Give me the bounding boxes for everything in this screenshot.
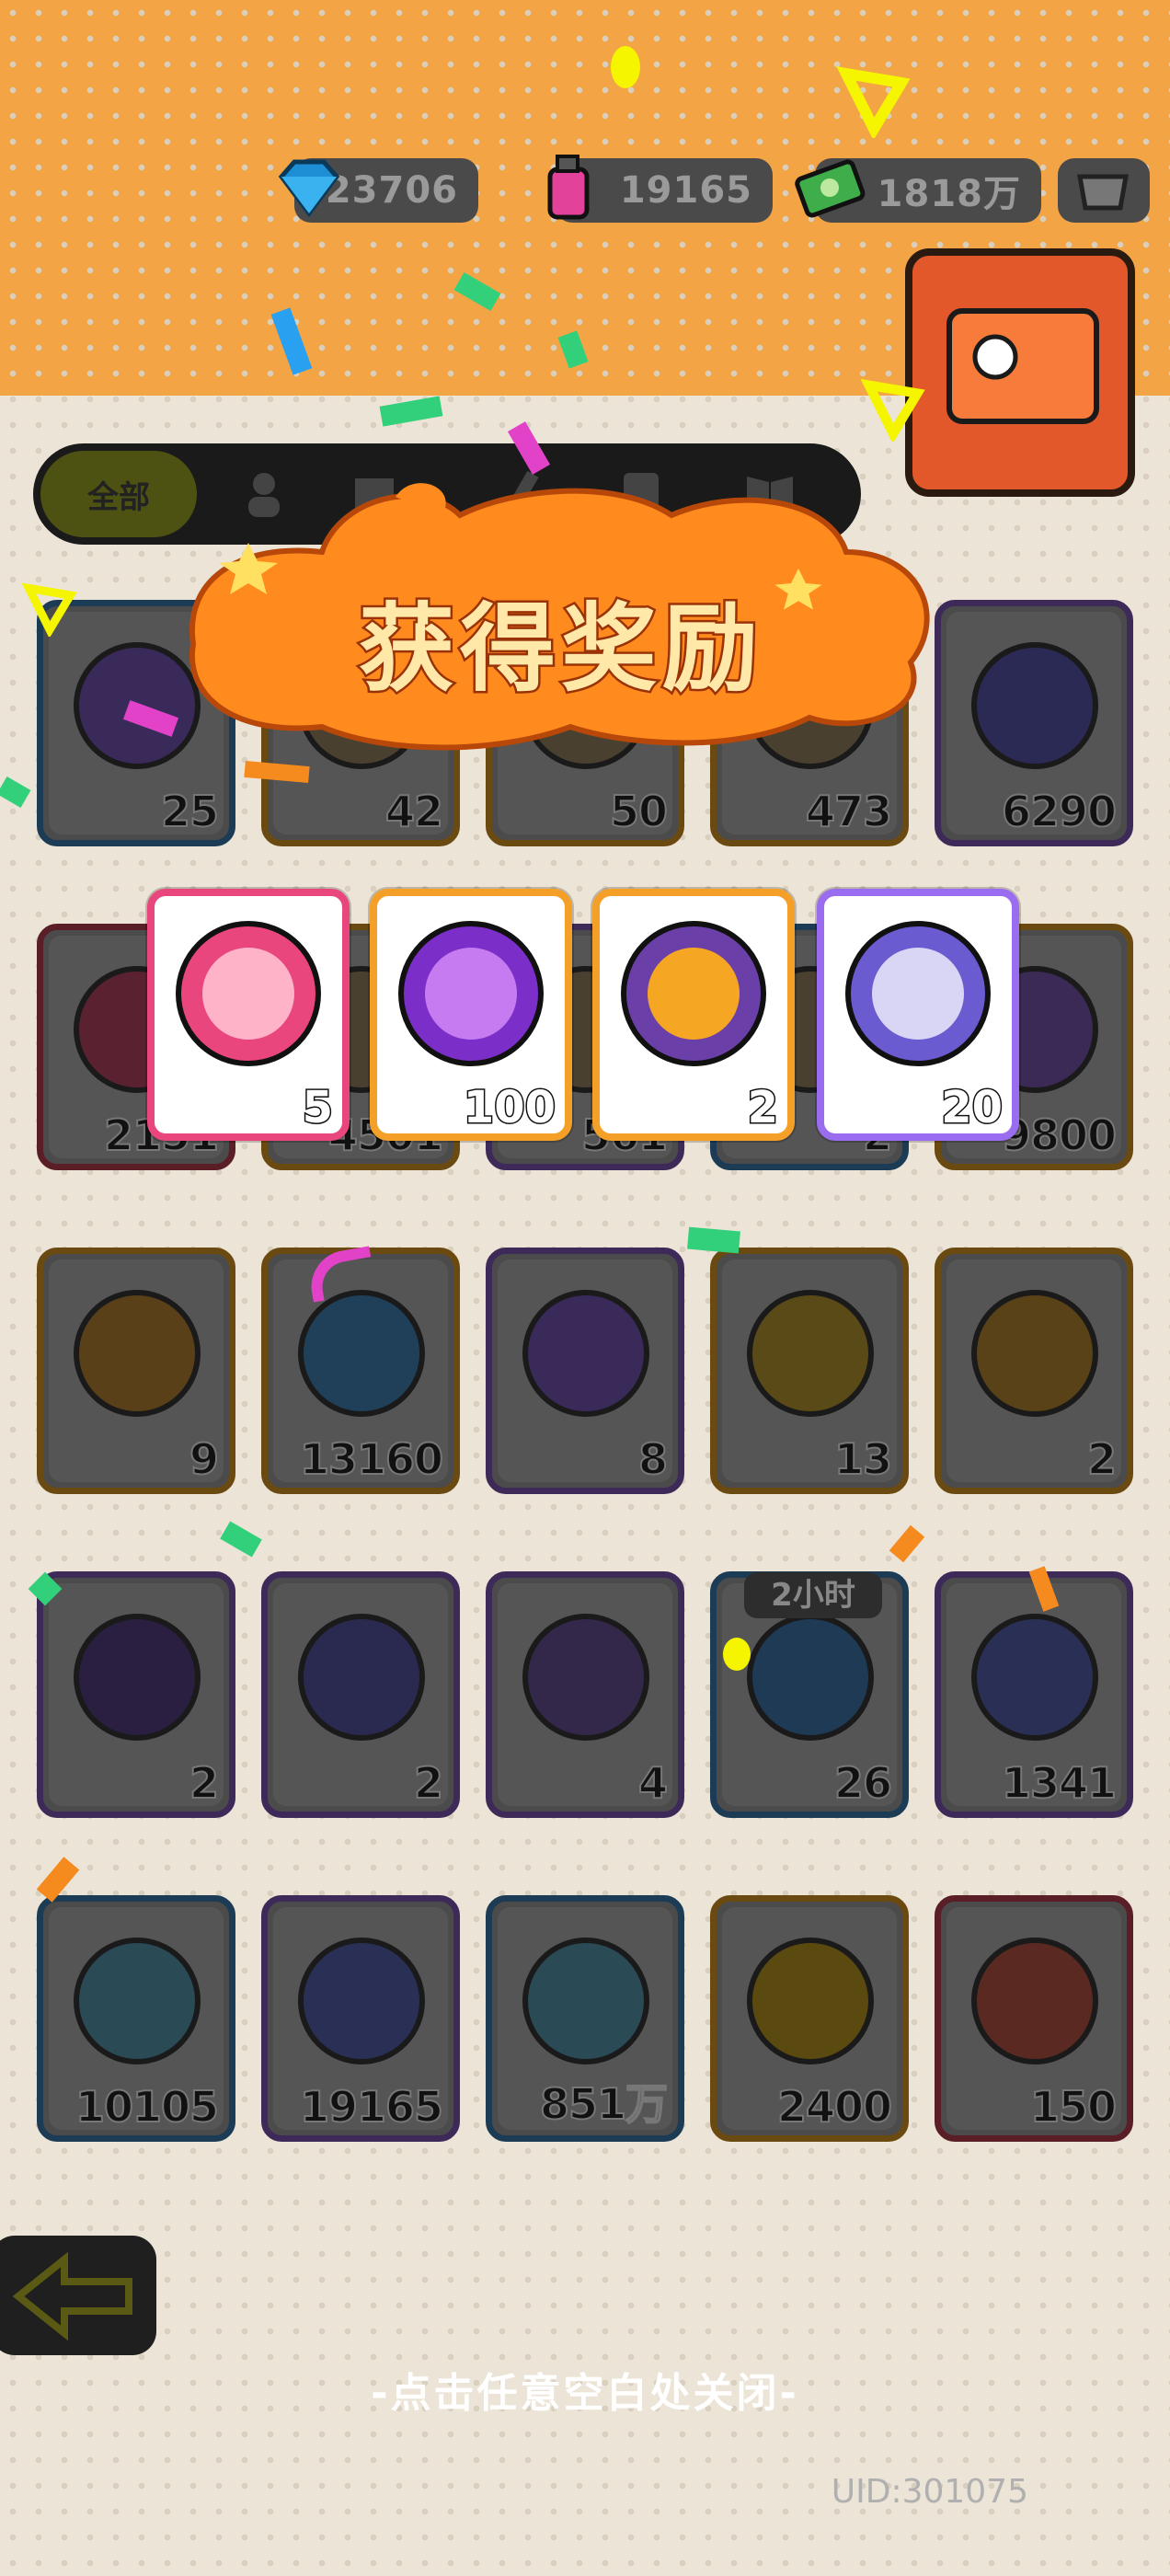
currency-value: 1818万 [877,173,1021,215]
item-count: 2 [413,1757,444,1809]
inventory-item[interactable]: 851万 [486,1895,684,2142]
item-count: 10105 [75,2081,220,2133]
cash-icon [795,159,866,218]
ticket-fish-icon [298,1290,425,1417]
item-count: 8 [637,1433,669,1485]
currency-spray[interactable]: 19165 [547,155,773,223]
mystery-egg-icon [522,1290,649,1417]
squid-coin-icon [522,1614,649,1741]
timer-badge: 2小时 [744,1572,882,1618]
inventory-item[interactable]: 6290 [935,600,1133,846]
reward-count: 5 [301,1081,334,1135]
back-button[interactable] [0,2236,156,2355]
item-count: 1341 [1001,1757,1118,1809]
paint-tube-icon [522,1938,649,2064]
cart-icon [1077,174,1129,211]
gold-star-icon [747,1938,874,2064]
confetti [837,66,911,138]
item-count: 42 [384,786,444,837]
item-count: 4 [637,1757,669,1809]
shop-button[interactable] [1058,158,1150,223]
reward-title: 获得奖励 [356,591,763,707]
item-count: 150 [1029,2081,1118,2133]
item-count: 6290 [1001,786,1118,837]
item-count: 2 [189,1757,220,1809]
pink-can-icon [176,921,321,1066]
back-arrow-icon [12,2251,132,2341]
item-count: 473 [805,786,893,837]
grape-coin-icon [621,921,766,1066]
fish-coin-icon [298,1614,425,1741]
spray-can-icon [298,1938,425,2064]
bat-coin-icon [74,1614,201,1741]
item-count: 851万 [539,2078,669,2130]
inventory-item[interactable]: 2400 [710,1895,909,2142]
inventory-item[interactable]: 19165 [261,1895,460,2142]
inventory-item[interactable]: 1341 [935,1571,1133,1818]
currency-value: 19165 [619,169,752,212]
paint-tube-icon [74,1938,201,2064]
world-map-button[interactable] [905,248,1135,497]
reward-count: 100 [462,1081,556,1135]
dark-star-icon [971,642,1098,769]
user-id: UID:301075 [831,2473,1028,2511]
alarm-clock-icon [747,1614,874,1741]
inventory-item[interactable]: 2 [37,1571,235,1818]
currency-diamond[interactable]: 23706 [278,158,478,223]
tab-all-label: 全部 [87,478,150,516]
tab-all[interactable]: 全部 [40,451,197,537]
map-icon [946,308,1099,424]
cool-badge-icon [398,921,544,1066]
reward-card[interactable]: 20 [817,889,1019,1141]
reward-card[interactable]: 100 [370,889,572,1141]
item-count: 19165 [299,2081,444,2133]
diamond-icon [278,159,340,218]
item-count: 13160 [299,1433,444,1485]
confetti [861,378,925,442]
inventory-item[interactable]: 10105 [37,1895,235,2142]
grape-coin-icon [971,1290,1098,1417]
item-count: 13 [833,1433,893,1485]
item-count: 25 [160,786,220,837]
confetti [723,1638,751,1671]
spray-can-icon [971,1614,1098,1741]
inventory-item[interactable]: 2小时 26 [710,1571,909,1818]
inventory-item[interactable]: 9 [37,1248,235,1494]
star-coin-icon [74,1290,201,1417]
confetti [687,1226,740,1254]
inventory-item[interactable]: 4 [486,1571,684,1818]
confetti [611,46,640,88]
reward-card[interactable]: 2 [592,889,795,1141]
inventory-item[interactable]: 8 [486,1248,684,1494]
close-hint[interactable]: -点击任意空白处关闭- [0,2360,1170,2419]
inventory-item[interactable]: 2 [261,1571,460,1818]
reward-count: 20 [940,1081,1004,1135]
confetti [22,582,77,637]
item-count: 2400 [776,2081,893,2133]
item-count: 2 [1086,1433,1118,1485]
item-count: 9 [189,1433,220,1485]
inventory-item[interactable]: 150 [935,1895,1133,2142]
inventory-item[interactable]: 13 [710,1248,909,1494]
red-star-icon [971,1938,1098,2064]
mystery-ticket-icon [747,1290,874,1417]
inventory-item[interactable]: 2 [935,1248,1133,1494]
reward-card[interactable]: 5 [147,889,350,1141]
item-count: 26 [833,1757,893,1809]
item-count: 50 [609,786,669,837]
spray-can-icon [547,155,590,220]
purple-can-icon [845,921,991,1066]
currency-cash[interactable]: 1818万 [795,158,1041,223]
reward-count: 2 [746,1081,779,1135]
